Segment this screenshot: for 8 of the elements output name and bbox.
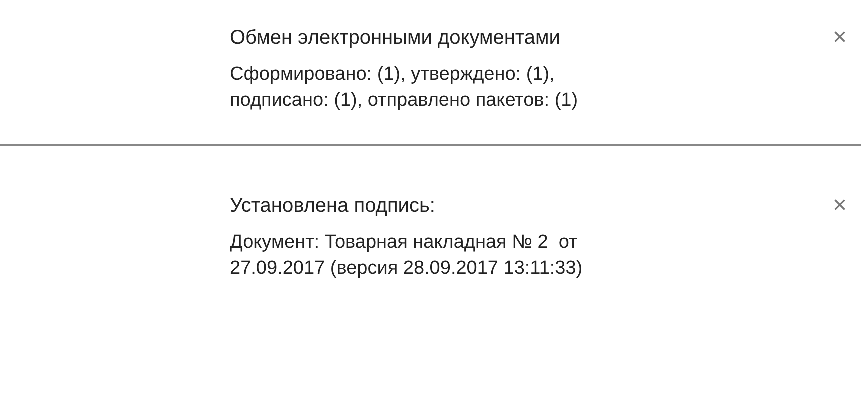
notification-text: 27.09.2017 (версия 28.09.2017 13:11:33)	[230, 257, 584, 281]
notification-text: Документ: Товарная накладная № 2 от	[230, 231, 579, 255]
notification-title: Обмен электронными документами	[230, 26, 562, 50]
notification-title: Установлена подпись:	[230, 194, 436, 218]
notification-text: подписано: (1), отправлено пакетов: (1)	[230, 89, 580, 113]
close-button[interactable]: ×	[832, 28, 847, 48]
notification-text: Сформировано: (1), утверждено: (1),	[230, 63, 556, 87]
close-button[interactable]: ×	[832, 196, 847, 216]
